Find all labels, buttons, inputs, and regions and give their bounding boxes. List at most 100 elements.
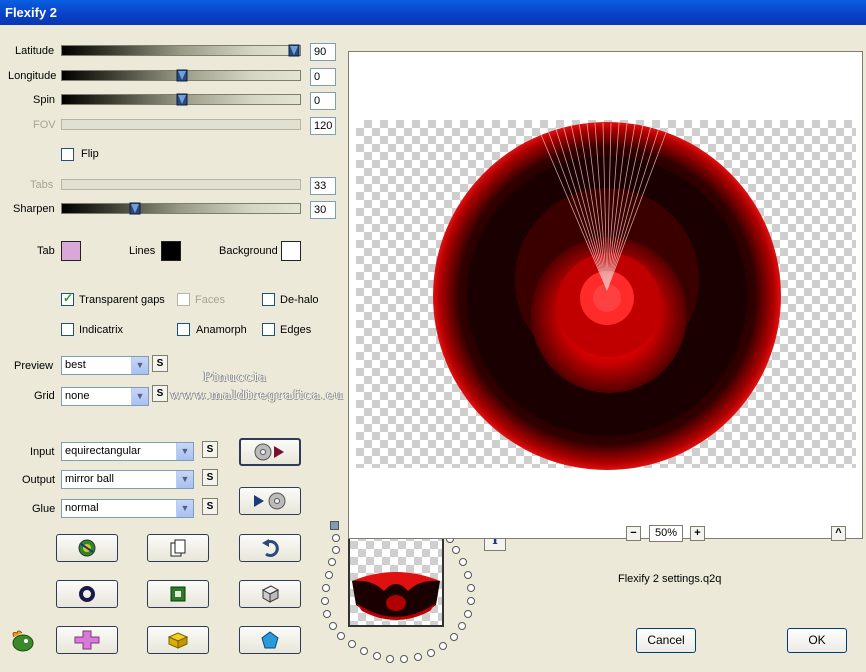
tabs-value[interactable]: 33 <box>310 177 336 195</box>
lines-color-label: Lines <box>129 245 156 257</box>
tab-color-label: Tab <box>37 245 55 257</box>
dialog-body: Latitude 90 Longitude 0 Spin 0 FOV 120 F… <box>0 25 866 672</box>
sharpen-label: Sharpen <box>13 203 55 215</box>
undo-button[interactable] <box>239 534 301 562</box>
latitude-value[interactable]: 90 <box>310 43 336 61</box>
lines-color-swatch[interactable] <box>161 241 181 261</box>
globe-icon <box>78 539 96 557</box>
square-icon <box>170 586 186 602</box>
ring-icon <box>79 586 95 602</box>
collapse-button[interactable]: ^ <box>831 526 846 541</box>
watermark-line-1: Pinuccia <box>203 370 268 385</box>
pentagon-icon <box>261 631 279 649</box>
chevron-down-icon[interactable]: ▼ <box>176 471 193 488</box>
fov-value[interactable]: 120 <box>310 117 336 135</box>
longitude-label: Longitude <box>8 70 57 82</box>
slider-thumb[interactable] <box>129 202 141 215</box>
flip-checkbox[interactable] <box>61 148 74 161</box>
cross-button[interactable] <box>56 626 118 654</box>
cube-button[interactable] <box>147 626 209 654</box>
latitude-label: Latitude <box>15 45 55 57</box>
sharpen-value[interactable]: 30 <box>310 201 336 219</box>
thumbnail-preview[interactable] <box>348 531 444 627</box>
import-settings-button[interactable] <box>239 438 301 466</box>
circle-button[interactable] <box>56 580 118 608</box>
chevron-down-icon[interactable]: ▼ <box>131 357 148 374</box>
edges-label: Edges <box>280 324 312 336</box>
grid-label: Grid <box>34 390 55 402</box>
slider-thumb[interactable] <box>288 44 300 57</box>
square-button[interactable] <box>147 580 209 608</box>
de-halo-label: De-halo <box>280 294 319 306</box>
edges-checkbox[interactable] <box>262 323 275 336</box>
glue-s-button[interactable]: S <box>202 498 218 515</box>
copy-button[interactable] <box>147 534 209 562</box>
chevron-down-icon[interactable]: ▼ <box>176 500 193 517</box>
dice-icon <box>261 585 280 603</box>
output-s-button[interactable]: S <box>202 469 218 486</box>
background-color-swatch[interactable] <box>281 241 301 261</box>
zoom-in-button[interactable]: + <box>690 526 705 541</box>
anamorph-checkbox[interactable] <box>177 323 190 336</box>
window-title: Flexify 2 <box>5 5 58 20</box>
input-s-button[interactable]: S <box>202 441 218 458</box>
main-preview[interactable] <box>348 51 863 539</box>
output-select[interactable]: mirror ball ▼ <box>61 470 194 489</box>
flaming-pear-logo-icon <box>12 630 34 652</box>
fov-slider[interactable] <box>61 119 301 130</box>
faces-label: Faces <box>195 294 225 306</box>
pentagon-button[interactable] <box>239 626 301 654</box>
preview-select-value: best <box>65 359 86 371</box>
chevron-down-icon[interactable]: ▼ <box>131 388 148 405</box>
cancel-button[interactable]: Cancel <box>636 628 696 653</box>
grid-select-value: none <box>65 390 90 402</box>
settings-filename: Flexify 2 settings.q2q <box>618 573 722 585</box>
arrow-to-disc-icon <box>254 492 286 510</box>
cube-icon <box>167 632 189 649</box>
tabs-label: Tabs <box>30 179 54 191</box>
fov-label: FOV <box>33 119 56 131</box>
title-bar: Flexify 2 <box>0 0 866 25</box>
spin-slider[interactable] <box>61 93 301 106</box>
grid-select[interactable]: none ▼ <box>61 387 149 406</box>
sharpen-slider[interactable] <box>61 202 301 215</box>
input-label: Input <box>30 446 55 458</box>
output-select-value: mirror ball <box>65 473 114 485</box>
longitude-slider[interactable] <box>61 69 301 82</box>
preview-s-button[interactable]: S <box>152 355 168 372</box>
output-label: Output <box>22 474 56 486</box>
grid-s-button[interactable]: S <box>152 385 168 402</box>
randomize-button[interactable] <box>239 580 301 608</box>
flip-label: Flip <box>81 148 99 160</box>
input-select[interactable]: equirectangular ▼ <box>61 442 194 461</box>
slider-thumb[interactable] <box>176 69 188 82</box>
randomize-map-button[interactable] <box>56 534 118 562</box>
input-select-value: equirectangular <box>65 445 141 457</box>
latitude-slider[interactable] <box>61 44 301 57</box>
navigator-handle[interactable] <box>330 521 339 530</box>
tab-color-swatch[interactable] <box>61 241 81 261</box>
longitude-value[interactable]: 0 <box>310 68 336 86</box>
spin-value[interactable]: 0 <box>310 92 336 110</box>
thumbnail-image <box>352 572 440 620</box>
indicatrix-checkbox[interactable] <box>61 323 74 336</box>
chevron-down-icon[interactable]: ▼ <box>176 443 193 460</box>
de-halo-checkbox[interactable] <box>262 293 275 306</box>
ok-button[interactable]: OK <box>787 628 847 653</box>
transparent-gaps-label: Transparent gaps <box>79 294 165 306</box>
glue-select[interactable]: normal ▼ <box>61 499 194 518</box>
export-settings-button[interactable] <box>239 487 301 515</box>
transparent-gaps-checkbox[interactable]: ✓ <box>61 291 74 306</box>
slider-thumb[interactable] <box>176 93 188 106</box>
faces-checkbox[interactable] <box>177 293 190 306</box>
watermark-line-2: www.maldiregrafica.eu <box>170 388 345 403</box>
anamorph-label: Anamorph <box>196 324 247 336</box>
undo-icon <box>262 539 279 557</box>
zoom-out-button[interactable]: − <box>626 526 641 541</box>
glue-label: Glue <box>32 503 56 515</box>
checkmark-icon: ✓ <box>63 291 74 305</box>
tabs-slider[interactable] <box>61 179 301 190</box>
preview-select[interactable]: best ▼ <box>61 356 149 375</box>
preview-label: Preview <box>14 360 54 372</box>
indicatrix-label: Indicatrix <box>79 324 124 336</box>
